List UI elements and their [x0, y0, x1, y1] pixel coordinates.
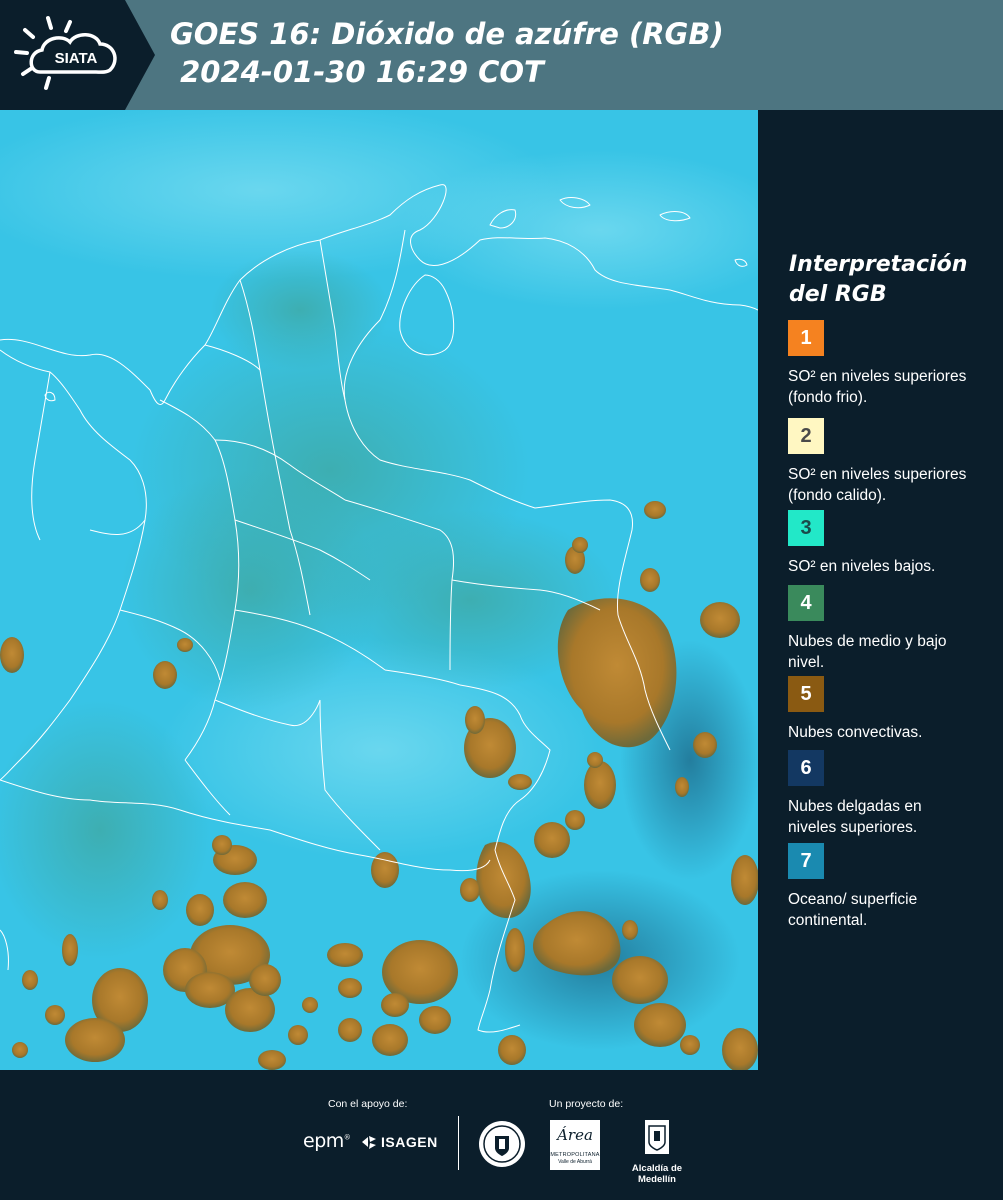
seal-icon	[479, 1121, 525, 1167]
legend-item-2: 2 SO² en niveles superiores (fondo calid…	[788, 418, 998, 506]
legend-text-7: Oceano/ superficie continental.	[788, 891, 918, 929]
footer: Con el apoyo de: Un proyecto de: epm® IS…	[0, 1070, 1003, 1200]
support-label: Con el apoyo de:	[328, 1098, 408, 1110]
legend-number-7: 7	[800, 849, 812, 872]
alcaldia-logo: Alcaldía de Medellín	[612, 1118, 702, 1185]
siata-logo: SIATA	[14, 16, 117, 90]
satellite-map[interactable]	[0, 110, 758, 1070]
legend-swatch-1: 1	[788, 320, 824, 356]
area-logo-word: Área	[557, 1126, 593, 1144]
page-title: GOES 16: Dióxido de azúfre (RGB) 2024-01…	[170, 15, 724, 91]
legend-swatch-3: 3	[788, 510, 824, 546]
title-line-2: 2024-01-30 16:29 COT	[170, 55, 544, 89]
legend-text-5: Nubes convectivas.	[788, 724, 923, 741]
legend-text-3: SO² en niveles bajos.	[788, 558, 936, 575]
legend-text-6: Nubes delgadas en niveles superiores.	[788, 798, 922, 836]
project-label: Un proyecto de:	[549, 1098, 624, 1110]
alcaldia-shield-icon	[645, 1120, 669, 1154]
legend-text-2: SO² en niveles superiores (fondo calido)…	[788, 466, 967, 504]
legend-text-4: Nubes de medio y bajo nivel.	[788, 633, 947, 671]
legend-number-3: 3	[800, 516, 812, 539]
legend-item-3: 3 SO² en niveles bajos.	[788, 510, 998, 577]
legend-item-6: 6 Nubes delgadas en niveles superiores.	[788, 750, 998, 838]
area-logo-sub: METROPOLITANA	[550, 1152, 600, 1158]
legend-swatch-6: 6	[788, 750, 824, 786]
isagen-logo: ISAGEN	[360, 1133, 438, 1151]
legend-number-2: 2	[800, 424, 812, 447]
legend-number-4: 4	[800, 591, 812, 614]
legend-item-5: 5 Nubes convectivas.	[788, 676, 998, 743]
medellin-seal	[478, 1120, 526, 1173]
area-metropolitana-logo: Área METROPOLITANA Valle de Aburrá	[550, 1120, 600, 1170]
legend-swatch-4: 4	[788, 585, 824, 621]
area-logo-sub2: Valle de Aburrá	[558, 1159, 592, 1165]
legend-number-1: 1	[800, 326, 812, 349]
header: SIATA GOES 16: Dióxido de azúfre (RGB) 2…	[0, 0, 1003, 110]
legend-swatch-7: 7	[788, 843, 824, 879]
legend-swatch-5: 5	[788, 676, 824, 712]
isagen-icon	[362, 1136, 376, 1149]
logo-text: SIATA	[55, 50, 98, 67]
legend-title-line-1: Interpretación	[789, 252, 968, 277]
legend-item-1: 1 SO² en niveles superiores (fondo frio)…	[788, 320, 998, 408]
footer-divider	[458, 1116, 459, 1170]
alcaldia-text: Alcaldía de Medellín	[631, 1163, 683, 1185]
isagen-logo-text: ISAGEN	[381, 1134, 438, 1150]
satellite-image	[0, 110, 758, 1070]
legend-number-5: 5	[800, 682, 812, 705]
legend-panel: Interpretación del RGB 1 SO² en niveles …	[758, 110, 1003, 1070]
legend-number-6: 6	[800, 756, 812, 779]
title-line-1: GOES 16: Dióxido de azúfre (RGB)	[170, 17, 724, 51]
legend-title-line-2: del RGB	[789, 282, 887, 307]
logo-block: SIATA	[0, 0, 155, 110]
legend-title: Interpretación del RGB	[789, 250, 989, 310]
epm-logo: epm®	[303, 1130, 351, 1152]
legend-item-4: 4 Nubes de medio y bajo nivel.	[788, 585, 998, 673]
epm-logo-text: epm	[303, 1130, 344, 1152]
legend-swatch-2: 2	[788, 418, 824, 454]
legend-text-1: SO² en niveles superiores (fondo frio).	[788, 368, 967, 406]
legend-item-7: 7 Oceano/ superficie continental.	[788, 843, 998, 931]
